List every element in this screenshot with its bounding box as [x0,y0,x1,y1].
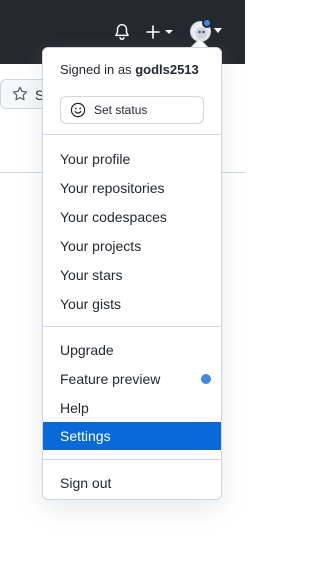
menu-item-feature-preview[interactable]: Feature preview [43,365,221,393]
username: godls2513 [135,62,199,77]
menu-item-your-codespaces[interactable]: Your codespaces [43,203,221,231]
star-icon [12,86,28,101]
set-status-button[interactable]: Set status [60,96,204,124]
plus-icon [146,25,173,39]
menu-item-upgrade[interactable]: Upgrade [43,336,221,364]
menu-divider [43,134,221,135]
status-indicator-dot [202,18,212,28]
menu-item-your-profile[interactable]: Your profile [43,145,221,173]
menu-item-settings[interactable]: Settings [43,422,221,450]
menu-divider [43,459,221,460]
menu-divider [43,326,221,327]
user-dropdown-menu: Signed in as godls2513 Set status Your p… [42,47,222,500]
set-status-label: Set status [94,103,148,117]
menu-item-sign-out[interactable]: Sign out [43,469,221,497]
menu-item-your-stars[interactable]: Your stars [43,261,221,289]
create-new-dropdown[interactable] [145,22,177,42]
feature-preview-indicator-dot [201,374,211,384]
user-menu-toggle[interactable] [187,18,223,45]
chevron-down-icon [214,28,222,33]
menu-item-your-projects[interactable]: Your projects [43,232,221,260]
bell-icon[interactable] [112,22,132,42]
signed-in-prefix: Signed in as [60,62,132,77]
signed-in-header: Signed in as godls2513 [60,62,199,77]
menu-item-help[interactable]: Help [43,394,221,422]
menu-item-your-gists[interactable]: Your gists [43,290,221,318]
feature-preview-label: Feature preview [60,371,161,387]
smiley-icon [70,102,86,118]
menu-item-your-repositories[interactable]: Your repositories [43,174,221,202]
